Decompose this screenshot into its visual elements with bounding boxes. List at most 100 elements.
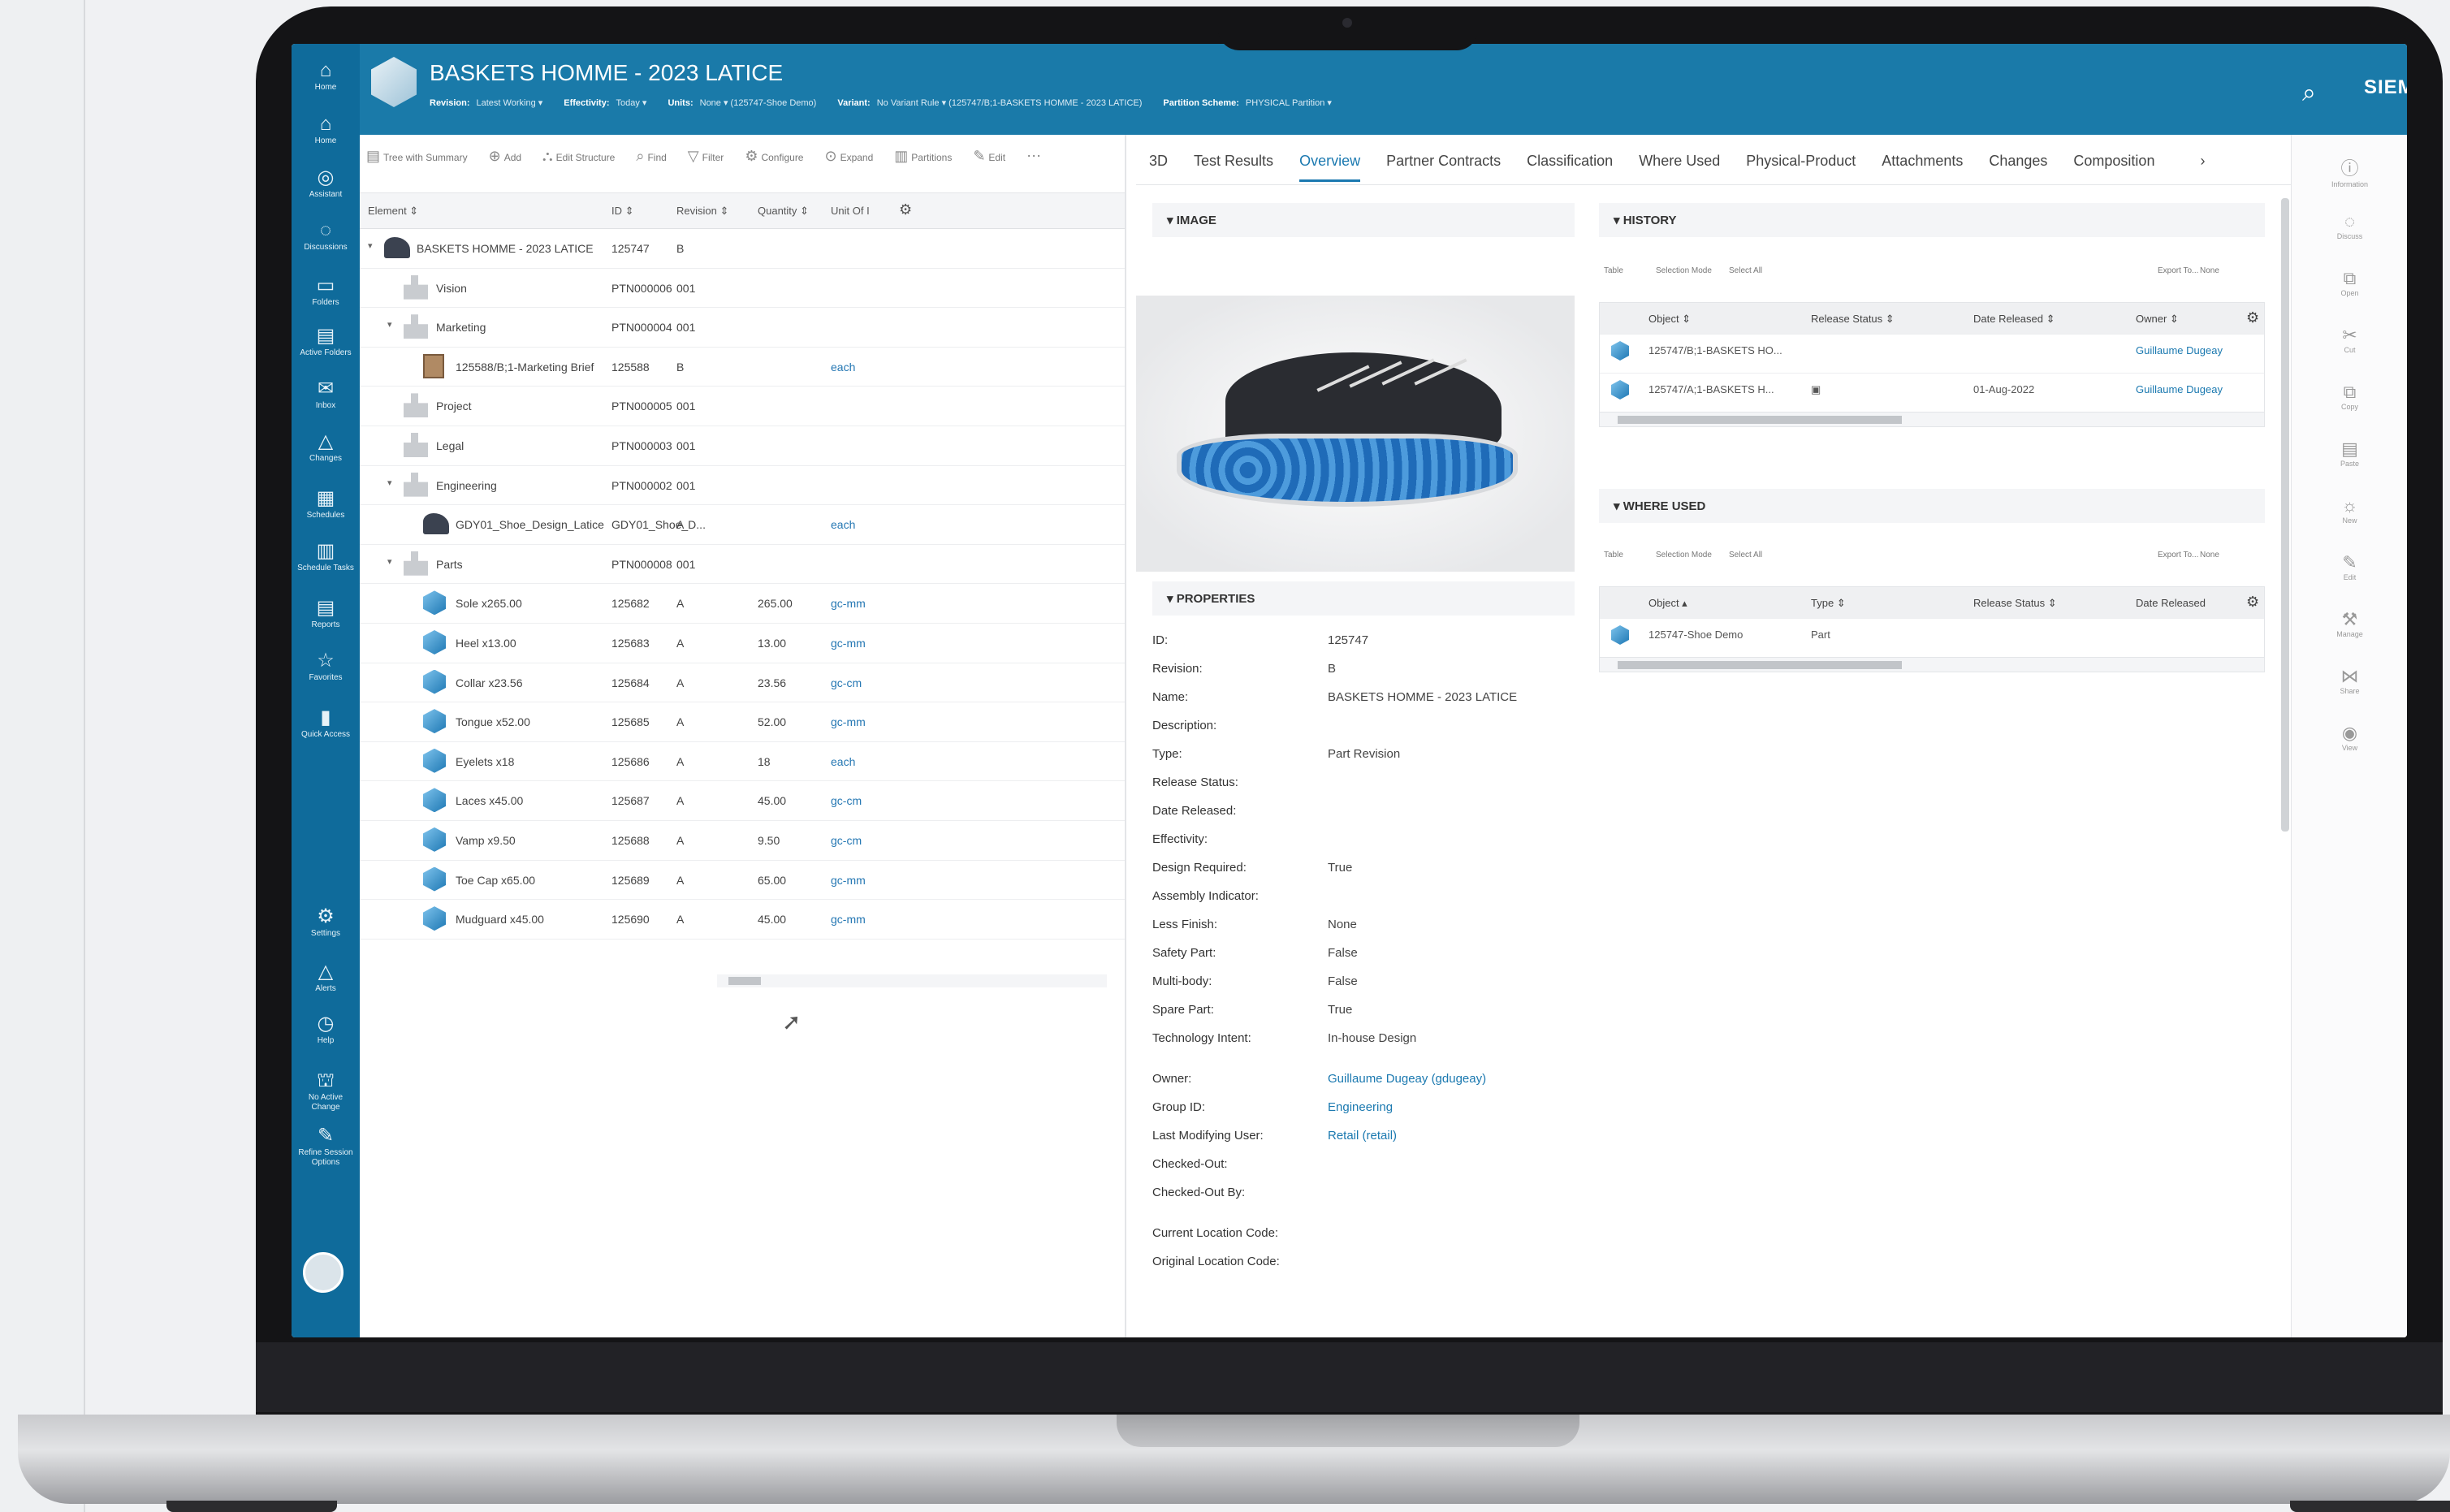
table-row[interactable]: Laces x45.00 125687 A 45.00 gc-cm	[360, 781, 1125, 821]
nav-item[interactable]: ▮ Quick Access	[292, 706, 360, 740]
table-row[interactable]: Vision PTN000006 001	[360, 269, 1125, 309]
rail-command[interactable]: ⚒ Manage	[2292, 609, 2407, 638]
table-row[interactable]: Vamp x9.50 125688 A 9.50 gc-cm	[360, 821, 1125, 861]
context-selector[interactable]: Partition Scheme: PHYSICAL Partition ▾	[1163, 97, 1332, 108]
table-row[interactable]: Tongue x52.00 125685 A 52.00 gc-mm	[360, 702, 1125, 742]
property-value[interactable]: Engineering	[1328, 1100, 1393, 1114]
context-selector[interactable]: Revision: Latest Working ▾	[430, 97, 542, 108]
toolbar-button[interactable]: ✎ Edit	[973, 148, 1005, 165]
column-header-quantity[interactable]: Quantity ⇕	[758, 205, 809, 218]
nav-item[interactable]: ▤ Reports	[292, 596, 360, 630]
nav-item[interactable]: ✉ Inbox	[292, 377, 360, 411]
nav-item[interactable]: ☆ Favorites	[292, 649, 360, 683]
table-row[interactable]: Eyelets x18 125686 A 18 each	[360, 742, 1125, 782]
rail-command[interactable]: ⓘ Information	[2292, 154, 2407, 188]
nav-item[interactable]: △ Alerts	[292, 960, 360, 994]
column-settings-gear-icon[interactable]: ⚙	[2246, 594, 2259, 611]
table-row[interactable]: 125747-Shoe Demo Part	[1600, 618, 2264, 657]
rail-command[interactable]: ⋈ Share	[2292, 666, 2407, 695]
nav-item[interactable]: ⛫ No Active Change	[292, 1069, 360, 1112]
nav-item[interactable]: ▥ Schedule Tasks	[292, 539, 360, 573]
table-row[interactable]: Mudguard x45.00 125690 A 45.00 gc-mm	[360, 900, 1125, 940]
grid-tool-button[interactable]: Table	[1604, 551, 1623, 559]
rail-command[interactable]: ▤ Paste	[2292, 438, 2407, 468]
grid-tool-button[interactable]: Select All	[1729, 551, 1762, 559]
table-row[interactable]: ▾ Parts PTN000008 001	[360, 545, 1125, 585]
table-row[interactable]: ▾ Engineering PTN000002 001	[360, 466, 1125, 506]
property-value[interactable]: Retail (retail)	[1328, 1129, 1397, 1143]
column-header-unit[interactable]: Unit Of I	[831, 205, 870, 217]
nav-item[interactable]: ◌ Discussions	[292, 218, 360, 253]
property-value[interactable]: Guillaume Dugeay (gdugeay)	[1328, 1072, 1486, 1086]
table-row[interactable]: ▾ BASKETS HOMME - 2023 LATICE 125747 B	[360, 229, 1125, 269]
tab-test-results[interactable]: Test Results	[1194, 153, 1273, 179]
grid-tool-button[interactable]: Export To...	[2158, 551, 2198, 559]
table-row[interactable]: 125747/B;1-BASKETS HO... Guillaume Dugeay	[1600, 334, 2264, 373]
nav-item[interactable]: ◷ Help	[292, 1012, 360, 1046]
scrollbar-thumb[interactable]	[1618, 416, 1902, 424]
table-row[interactable]: Collar x23.56 125684 A 23.56 gc-cm	[360, 663, 1125, 703]
rail-command[interactable]: ⧉ Copy	[2292, 382, 2407, 411]
grid-tool-button[interactable]: Export To...	[2158, 266, 2198, 275]
expand-toggle-icon[interactable]: ▾	[387, 477, 392, 488]
table-row[interactable]: ▾ Marketing PTN000004 001	[360, 308, 1125, 348]
where-used-scrollbar[interactable]	[1600, 657, 2264, 672]
tab-attachments[interactable]: Attachments	[1882, 153, 1963, 179]
tab-3d[interactable]: 3D	[1149, 153, 1168, 179]
table-row[interactable]: 125588/B;1-Marketing Brief 125588 Beach	[360, 348, 1125, 387]
rail-command[interactable]: ◉ View	[2292, 723, 2407, 752]
column-header[interactable]: Release Status ⇕	[1811, 313, 1895, 326]
column-settings-gear-icon[interactable]: ⚙	[2246, 309, 2259, 326]
rail-command[interactable]: ⧉ Open	[2292, 268, 2407, 297]
column-header[interactable]: Owner ⇕	[2136, 313, 2179, 326]
context-selector[interactable]: Effectivity: Today ▾	[564, 97, 646, 108]
rail-command[interactable]: ◌ Discuss	[2292, 211, 2407, 240]
tab-partner-contracts[interactable]: Partner Contracts	[1386, 153, 1501, 179]
tab-where-used[interactable]: Where Used	[1639, 153, 1720, 179]
history-scrollbar[interactable]	[1600, 412, 2264, 426]
column-header[interactable]: Date Released ⇕	[1973, 313, 2055, 326]
grid-tool-button[interactable]: None	[2200, 551, 2219, 559]
expand-toggle-icon[interactable]: ▾	[368, 240, 373, 251]
nav-item[interactable]: △ Changes	[292, 430, 360, 464]
grid-tool-button[interactable]: Select All	[1729, 266, 1762, 275]
rail-command[interactable]: ✂ Cut	[2292, 325, 2407, 354]
scrollbar-thumb[interactable]	[728, 977, 761, 985]
nav-item[interactable]: ✎ Refine Session Options	[292, 1124, 360, 1168]
nav-item[interactable]: ▭ Folders	[292, 274, 360, 308]
column-header-revision[interactable]: Revision ⇕	[676, 205, 728, 218]
tab-composition[interactable]: Composition	[2073, 153, 2154, 179]
toolbar-button[interactable]: ⌕ Find	[636, 148, 666, 165]
nav-item[interactable]: ◎ Assistant	[292, 166, 360, 200]
toolbar-button[interactable]: ⊙ Expand	[824, 148, 873, 165]
column-header[interactable]: Date Released	[2136, 597, 2206, 609]
expand-toggle-icon[interactable]: ▾	[387, 319, 392, 330]
tab-physical-product[interactable]: Physical-Product	[1746, 153, 1856, 179]
column-header[interactable]: Type ⇕	[1811, 597, 1846, 610]
tabs-overflow-chevron-icon[interactable]: ›	[2200, 153, 2205, 179]
table-row[interactable]: GDY01_Shoe_Design_Latice GDY01_Shoe_D... A…	[360, 505, 1125, 545]
cell-owner[interactable]: Guillaume Dugeay	[2136, 383, 2223, 395]
tab-overview[interactable]: Overview	[1299, 153, 1361, 182]
history-section-header[interactable]: ▾ HISTORY	[1599, 203, 2265, 237]
nav-item[interactable]: ⌂ Home	[292, 112, 360, 146]
table-row[interactable]: Heel x13.00 125683 A 13.00 gc-mm	[360, 624, 1125, 663]
table-row[interactable]: 125747/A;1-BASKETS H... ▣ 01-Aug-2022 Guill…	[1600, 373, 2264, 412]
toolbar-button[interactable]: ⚙ Configure	[745, 148, 803, 165]
grid-tool-button[interactable]: Selection Mode	[1656, 266, 1712, 275]
grid-tool-button[interactable]: Selection Mode	[1656, 551, 1712, 559]
vertical-scrollbar[interactable]	[2281, 190, 2289, 1319]
user-avatar[interactable]	[303, 1252, 344, 1293]
tab-classification[interactable]: Classification	[1527, 153, 1613, 179]
where-used-section-header[interactable]: ▾ WHERE USED	[1599, 489, 2265, 523]
table-row[interactable]: Project PTN000005 001	[360, 387, 1125, 426]
table-row[interactable]: Sole x265.00 125682 A 265.00 gc-mm	[360, 584, 1125, 624]
column-header-id[interactable]: ID ⇕	[611, 205, 634, 218]
image-section-header[interactable]: ▾ IMAGE	[1152, 203, 1575, 237]
context-selector[interactable]: Units: None ▾ (125747-Shoe Demo)	[668, 97, 816, 108]
expand-toggle-icon[interactable]: ▾	[387, 556, 392, 567]
column-header[interactable]: Release Status ⇕	[1973, 597, 2057, 610]
toolbar-button[interactable]: ⊕ Add	[489, 148, 521, 165]
properties-section-header[interactable]: ▾ PROPERTIES	[1152, 581, 1575, 616]
context-selector[interactable]: Variant: No Variant Rule ▾ (125747/B;1-BA…	[837, 97, 1142, 108]
